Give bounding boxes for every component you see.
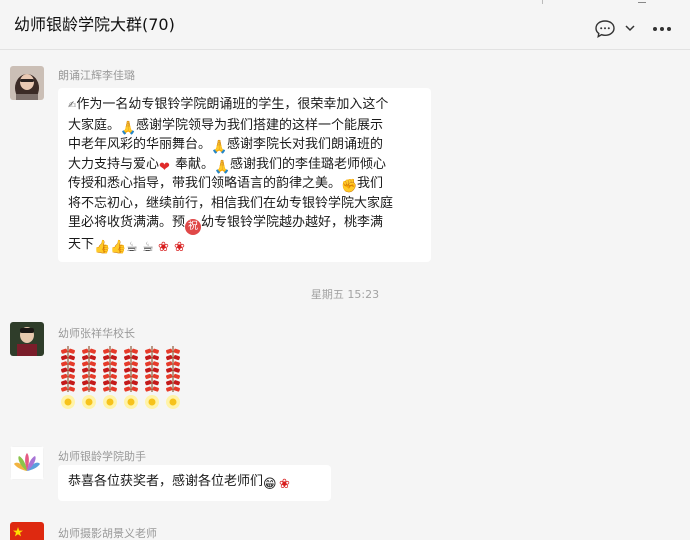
firecracker-string bbox=[124, 346, 138, 409]
timestamp: 星期五 15:23 bbox=[310, 288, 380, 301]
chevron-down-icon[interactable] bbox=[624, 23, 636, 33]
sender-name: 朗诵江辉李佳璐 bbox=[58, 69, 135, 82]
sender-name: 幼师银龄学院助手 bbox=[58, 450, 146, 463]
thumbs-up-emoji-icon: 👍 bbox=[110, 240, 127, 255]
fist-emoji-icon: ✊ bbox=[341, 179, 358, 194]
more-icon[interactable] bbox=[651, 24, 673, 34]
message-bubble[interactable]: ✍作为一名幼专银铃学院朗诵班的学生，很荣幸加入这个 大家庭。🙏感谢学院领导为我们… bbox=[58, 88, 431, 262]
avatar[interactable] bbox=[10, 322, 44, 356]
firecracker-string bbox=[82, 346, 96, 409]
message-text: ✍作为一名幼专银铃学院朗诵班的学生，很荣幸加入这个 大家庭。🙏感谢学院领导为我们… bbox=[68, 97, 394, 255]
chat-title: 幼师银龄学院大群(70) bbox=[14, 15, 175, 34]
firecracker-string bbox=[61, 346, 75, 409]
rose-emoji-icon: ❀ bbox=[279, 477, 290, 492]
firecracker-sticker[interactable] bbox=[58, 346, 182, 416]
avatar[interactable] bbox=[10, 446, 44, 480]
coffee-emoji-icon: ☕ bbox=[126, 240, 138, 255]
chat-bubble-icon[interactable] bbox=[594, 19, 616, 39]
firecracker-string bbox=[166, 346, 180, 409]
chat-header: 幼师银龄学院大群(70) bbox=[0, 0, 690, 50]
pray-emoji-icon: 🙏 bbox=[214, 159, 231, 175]
divider bbox=[542, 0, 543, 4]
coffee-emoji-icon: ☕ bbox=[142, 240, 154, 255]
sender-name: 幼师摄影胡景义老师 bbox=[58, 527, 157, 540]
thumbs-up-emoji-icon: 👍 bbox=[94, 240, 111, 255]
pray-emoji-icon: 🙏 bbox=[211, 140, 228, 155]
avatar[interactable] bbox=[10, 522, 44, 540]
pray-emoji-icon: 🙏 bbox=[120, 120, 137, 136]
blessing-emoji-icon: 祝 bbox=[185, 219, 202, 235]
grin-emoji-icon: 😁 bbox=[263, 477, 277, 492]
message-text: 恭喜各位获奖者，感谢各位老师们😁 ❀ bbox=[68, 472, 321, 492]
message-bubble[interactable]: 恭喜各位获奖者，感谢各位老师们😁 ❀ bbox=[58, 465, 331, 501]
firecracker-string bbox=[103, 346, 117, 409]
divider bbox=[638, 2, 646, 3]
heart-emoji-icon: ❤ bbox=[159, 159, 170, 175]
rose-emoji-icon: ❀ bbox=[174, 240, 185, 255]
rose-emoji-icon: ❀ bbox=[158, 240, 169, 255]
avatar[interactable] bbox=[10, 66, 44, 100]
chat-window: 幼师银龄学院大群(70) 朗诵江辉李佳璐 ✍作为一名幼专银铃学院朗诵班的学生，很… bbox=[0, 0, 690, 540]
firecracker-string bbox=[145, 346, 159, 409]
sender-name: 幼师张祥华校长 bbox=[58, 327, 135, 340]
